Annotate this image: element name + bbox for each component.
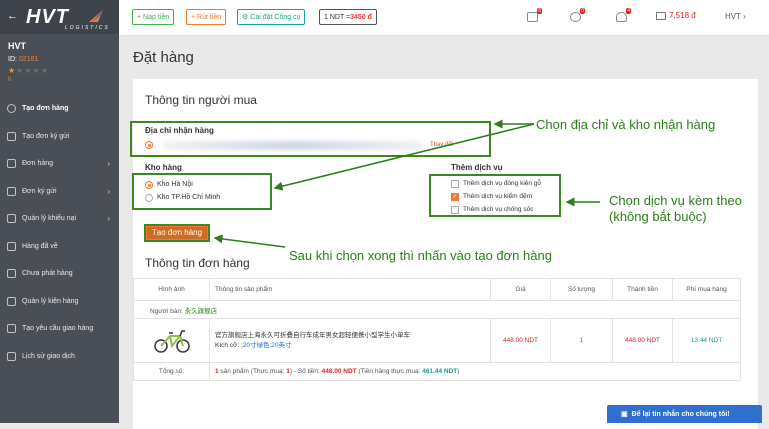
arrow-button (213, 234, 286, 248)
chat-icon: ▣ (621, 411, 628, 418)
annotation-services-2: (không bắt buộc) (609, 209, 707, 224)
chat-bar[interactable]: ▣ Để lại tin nhắn cho chúng tôi! (607, 405, 762, 423)
annotation-button: Sau khi chọn xong thì nhấn vào tạo đơn h… (289, 248, 552, 263)
arrow-warehouse (273, 123, 535, 191)
annotation-address: Chọn địa chỉ và kho nhận hàng (536, 117, 716, 132)
annotation-services-1: Chọn dịch vụ kèm theo (609, 193, 742, 208)
